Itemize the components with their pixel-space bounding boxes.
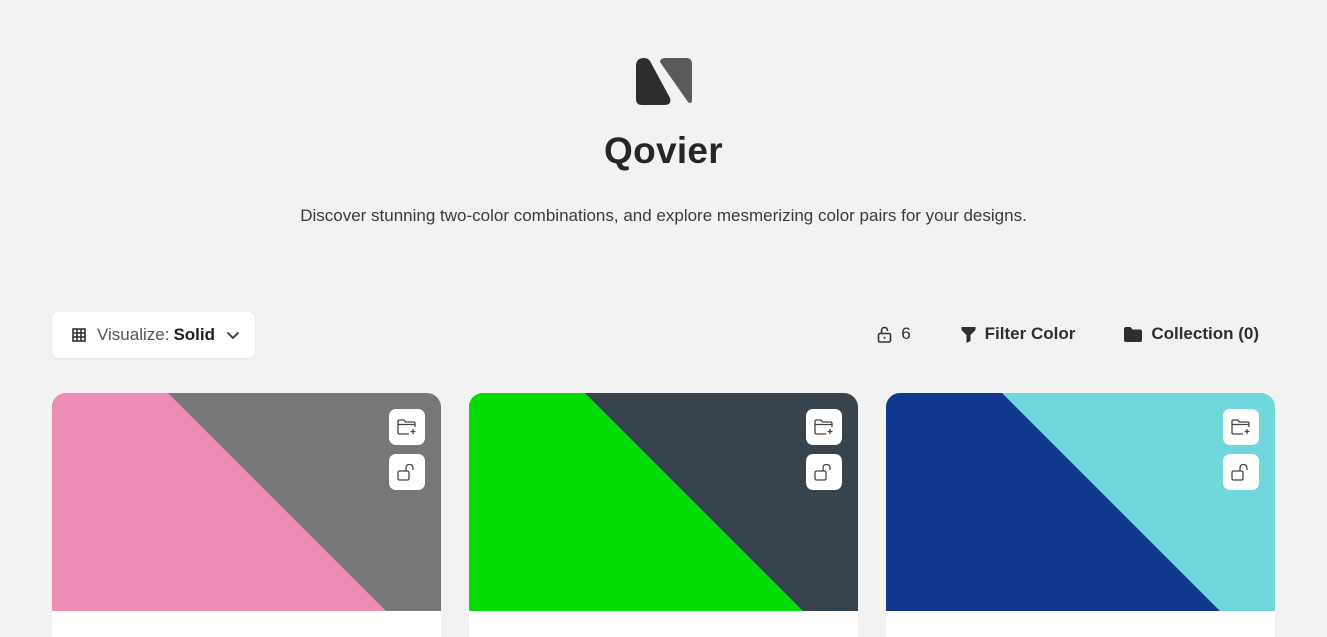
folder-icon: [1124, 326, 1143, 342]
card-footer: [886, 611, 1275, 637]
grid-icon: [72, 328, 86, 342]
add-to-collection-button[interactable]: [806, 409, 842, 445]
lock-icon: [877, 326, 892, 343]
unlock-icon: [814, 463, 831, 481]
folder-plus-icon: [397, 419, 416, 435]
unlock-icon: [1231, 463, 1248, 481]
color-pair-card[interactable]: [52, 393, 441, 637]
locked-count: 6: [901, 324, 911, 343]
toolbar-right: 6 Filter Color Collection (0): [877, 322, 1259, 346]
filter-color-label: Filter Color: [984, 324, 1076, 343]
filter-color-button[interactable]: Filter Color: [961, 324, 1076, 344]
color-pair-swatch: [886, 393, 1275, 611]
card-footer: [469, 611, 858, 637]
visualize-label: Visualize:: [97, 325, 170, 344]
lock-toggle-button[interactable]: [1223, 454, 1259, 490]
collection-button[interactable]: Collection (0): [1124, 324, 1259, 344]
app-title: Qovier: [603, 130, 723, 171]
qovier-logo-icon: [636, 58, 692, 105]
filter-icon: [961, 326, 976, 343]
app-tagline: Discover stunning two-color combinations…: [300, 206, 1027, 225]
add-to-collection-button[interactable]: [389, 409, 425, 445]
add-to-collection-button[interactable]: [1223, 409, 1259, 445]
color-pair-card[interactable]: [469, 393, 858, 637]
visualize-dropdown[interactable]: Visualize: Solid: [52, 312, 255, 358]
color-pair-swatch: [469, 393, 858, 611]
unlock-icon: [397, 463, 414, 481]
locked-count-button[interactable]: 6: [877, 324, 911, 344]
folder-plus-icon: [814, 419, 833, 435]
folder-plus-icon: [1231, 419, 1250, 435]
color-pair-card[interactable]: [886, 393, 1275, 637]
lock-toggle-button[interactable]: [389, 454, 425, 490]
card-footer: [52, 611, 441, 637]
chevron-down-icon: [226, 331, 240, 340]
collection-label: Collection (0): [1151, 324, 1259, 343]
color-pair-swatch: [52, 393, 441, 611]
lock-toggle-button[interactable]: [806, 454, 842, 490]
visualize-value: Solid: [173, 325, 216, 344]
